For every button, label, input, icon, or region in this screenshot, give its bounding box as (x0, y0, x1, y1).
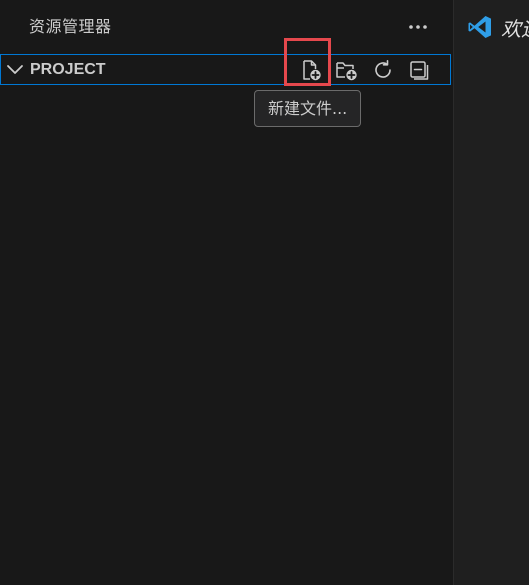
welcome-tab[interactable]: 欢迎 (467, 10, 529, 44)
explorer-title: 资源管理器 (29, 17, 112, 36)
vscode-window: 资源管理器 PROJECT 新建文件... 欢 (0, 0, 529, 585)
refresh-icon (375, 60, 391, 78)
explorer-panel: 资源管理器 PROJECT 新建文件... (0, 0, 453, 585)
ellipsis-icon (409, 25, 427, 29)
new-file-icon (303, 60, 321, 81)
collapse-all-button[interactable] (404, 55, 434, 85)
new-file-tooltip: 新建文件... (254, 90, 362, 127)
new-folder-button[interactable] (332, 55, 362, 85)
new-file-button[interactable] (296, 55, 326, 85)
new-folder-icon (336, 62, 357, 81)
refresh-button[interactable] (368, 55, 398, 85)
collapse-all-icon (410, 61, 429, 80)
editor-area (454, 0, 529, 585)
welcome-tab-label: 欢迎 (501, 16, 529, 41)
project-label: PROJECT (30, 61, 106, 78)
more-actions-button[interactable] (404, 14, 432, 40)
vscode-logo-icon (468, 16, 491, 38)
chevron-down-icon[interactable] (6, 62, 24, 78)
